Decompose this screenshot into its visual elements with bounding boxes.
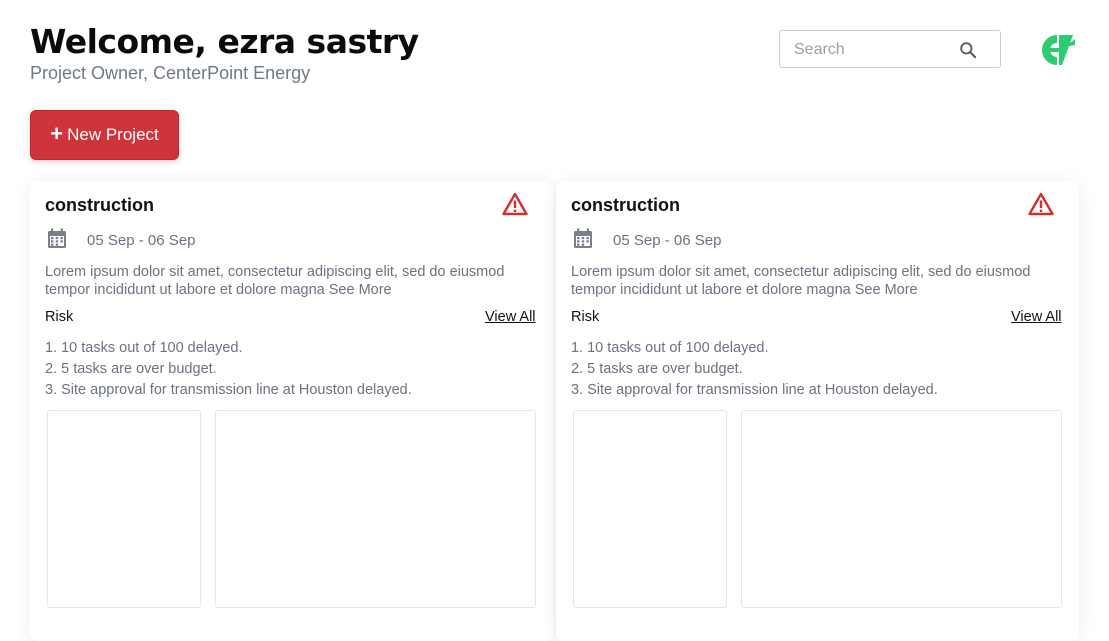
risk-item: 3. Site approval for transmission line a… [45, 382, 412, 398]
risk-label: Risk [571, 309, 600, 325]
detail-panel [215, 410, 536, 608]
brand-logo-icon[interactable] [1040, 33, 1076, 67]
detail-panel [741, 410, 1062, 608]
risk-item: 2. 5 tasks are over budget. [571, 361, 743, 377]
project-title: construction [571, 195, 681, 215]
risk-item: 1. 10 tasks out of 100 delayed. [45, 340, 243, 356]
calendar-icon [48, 228, 66, 248]
date-range: 05 Sep - 06 Sep [87, 232, 196, 249]
search-icon[interactable] [958, 40, 978, 60]
description-text: Lorem ipsum dolor sit amet, consectetur … [45, 264, 505, 298]
description-text: Lorem ipsum dolor sit amet, consectetur … [571, 264, 1031, 298]
search-box[interactable] [779, 30, 1001, 68]
new-project-label: New Project [67, 125, 159, 144]
summary-panel [573, 410, 727, 608]
plus-icon: + [50, 121, 64, 146]
project-title: construction [45, 195, 155, 215]
project-card[interactable]: construction 05 Sep - 06 Sep Lorem ipsum… [556, 181, 1079, 641]
risk-list: 1. 10 tasks out of 100 delayed. 2. 5 tas… [571, 338, 938, 401]
calendar-icon [574, 228, 592, 248]
warning-icon [1028, 192, 1054, 216]
view-all-link[interactable]: View All [1011, 309, 1062, 325]
project-description: Lorem ipsum dolor sit amet, consectetur … [45, 264, 525, 299]
project-description: Lorem ipsum dolor sit amet, consectetur … [571, 264, 1051, 299]
project-card[interactable]: construction 05 Sep - 06 Sep Lorem ipsum… [30, 181, 553, 641]
see-more-link[interactable]: See More [855, 282, 918, 298]
summary-panel [47, 410, 201, 608]
risk-item: 2. 5 tasks are over budget. [45, 361, 217, 377]
risk-list: 1. 10 tasks out of 100 delayed. 2. 5 tas… [45, 338, 412, 401]
view-all-link[interactable]: View All [485, 309, 536, 325]
warning-icon [502, 192, 528, 216]
risk-label: Risk [45, 309, 74, 325]
date-range: 05 Sep - 06 Sep [613, 232, 722, 249]
risk-item: 1. 10 tasks out of 100 delayed. [571, 340, 769, 356]
welcome-title: Welcome, ezra sastry [30, 22, 419, 61]
see-more-link[interactable]: See More [329, 282, 392, 298]
risk-item: 3. Site approval for transmission line a… [571, 382, 938, 398]
user-role-subtitle: Project Owner, CenterPoint Energy [30, 63, 311, 83]
search-input[interactable] [792, 39, 956, 61]
new-project-button[interactable]: + New Project [30, 110, 179, 160]
